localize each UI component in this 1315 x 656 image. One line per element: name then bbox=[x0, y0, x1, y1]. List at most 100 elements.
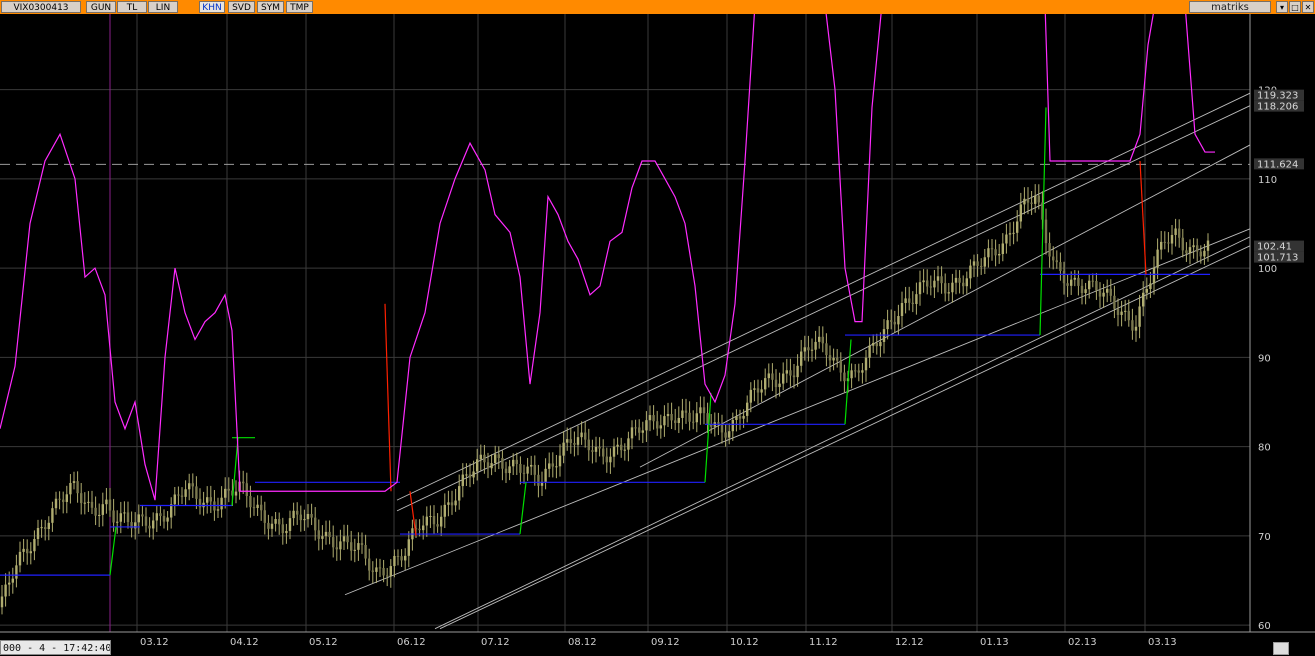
candle-body bbox=[1052, 256, 1055, 261]
candle-body bbox=[40, 527, 43, 529]
candle-body bbox=[285, 530, 288, 534]
x-tick-label: 04.12 bbox=[230, 637, 259, 648]
x-tick-label: 09.12 bbox=[651, 637, 680, 648]
candle-body bbox=[288, 518, 292, 531]
candle-body bbox=[11, 578, 14, 583]
tab-lin[interactable]: LIN bbox=[148, 1, 178, 13]
x-tick-label: 08.12 bbox=[568, 637, 597, 648]
candle-body bbox=[519, 463, 522, 473]
candle-body bbox=[936, 276, 940, 281]
y-tick-label: 110 bbox=[1258, 175, 1277, 186]
tab-tmp[interactable]: TMP bbox=[286, 1, 313, 13]
status-clock: 000 - 4 - 17:42:40 bbox=[0, 640, 111, 655]
tab-khn[interactable]: KHN bbox=[199, 1, 225, 13]
candle-body bbox=[184, 489, 187, 497]
candle-body bbox=[674, 420, 677, 423]
candle-body bbox=[980, 265, 983, 267]
candle-body bbox=[983, 257, 986, 267]
candle-body bbox=[911, 302, 914, 304]
candle-body bbox=[972, 261, 976, 266]
candle-body bbox=[422, 525, 425, 531]
candle-body bbox=[436, 524, 439, 527]
candle-body bbox=[267, 522, 270, 529]
candle-body bbox=[630, 427, 634, 439]
candle-body bbox=[1091, 280, 1094, 282]
candle-body bbox=[724, 432, 727, 438]
x-tick-label: 03.12 bbox=[140, 637, 169, 648]
candle-body bbox=[1170, 234, 1174, 244]
candle-body bbox=[357, 543, 360, 550]
candle-body bbox=[317, 530, 320, 539]
symbol-field[interactable]: VIX0300413 bbox=[1, 1, 81, 13]
candle-body bbox=[188, 483, 191, 490]
candle-body bbox=[828, 355, 832, 361]
candle-body bbox=[468, 474, 472, 478]
candle-body bbox=[389, 566, 392, 577]
candle-body bbox=[90, 501, 94, 508]
candle-body bbox=[1084, 289, 1087, 294]
candle-body bbox=[526, 466, 529, 474]
candle-body bbox=[440, 516, 443, 527]
candle-body bbox=[929, 286, 932, 288]
candle-body bbox=[987, 248, 990, 258]
candle-body bbox=[80, 493, 83, 504]
price-chart[interactable]: 6070809010011012003.1204.1205.1206.1207.… bbox=[0, 14, 1315, 656]
candle-body bbox=[573, 443, 576, 445]
candle-body bbox=[116, 521, 119, 523]
candle-body bbox=[958, 277, 961, 283]
candle-body bbox=[1196, 245, 1199, 252]
candle-body bbox=[926, 280, 929, 287]
candle-body bbox=[753, 388, 756, 390]
restore-icon[interactable]: □ bbox=[1289, 1, 1301, 13]
candle-body bbox=[386, 575, 389, 577]
candle-body bbox=[1199, 251, 1202, 257]
x-tick-label: 06.12 bbox=[397, 637, 426, 648]
y-tick-label: 60 bbox=[1258, 621, 1271, 632]
candle-body bbox=[504, 468, 508, 474]
candle-body bbox=[1178, 228, 1181, 238]
candle-body bbox=[814, 341, 817, 350]
candle-body bbox=[144, 516, 148, 526]
candle-body bbox=[432, 516, 436, 525]
value-box-label: 101.713 bbox=[1257, 253, 1298, 264]
candle-body bbox=[609, 456, 612, 463]
candle-body bbox=[810, 349, 814, 351]
y-tick-label: 70 bbox=[1258, 532, 1271, 543]
y-tick-label: 100 bbox=[1258, 264, 1277, 275]
candle-body bbox=[65, 494, 68, 502]
candle-body bbox=[170, 504, 173, 518]
candle-body bbox=[764, 378, 767, 390]
candle-body bbox=[166, 517, 169, 522]
refresh-icon[interactable] bbox=[1273, 642, 1289, 655]
candle-body bbox=[861, 370, 864, 373]
candle-body bbox=[1152, 267, 1156, 284]
candle-body bbox=[897, 315, 900, 325]
candle-body bbox=[310, 513, 313, 518]
candle-body bbox=[15, 565, 18, 579]
candle-body bbox=[476, 459, 479, 472]
candle-body bbox=[976, 261, 979, 266]
candle-body bbox=[353, 549, 356, 551]
candle-body bbox=[292, 510, 295, 519]
tab-sym[interactable]: SYM bbox=[257, 1, 284, 13]
candle-body bbox=[94, 507, 97, 516]
candle-body bbox=[1066, 283, 1069, 286]
candle-body bbox=[1116, 308, 1120, 315]
candle-body bbox=[137, 514, 140, 523]
candle-body bbox=[1203, 250, 1206, 257]
value-box-label: 102.41 bbox=[1257, 242, 1292, 253]
dropdown-icon[interactable]: ▾ bbox=[1276, 1, 1288, 13]
candle-body bbox=[562, 442, 565, 456]
tab-gun[interactable]: GUN bbox=[86, 1, 116, 13]
candle-body bbox=[580, 432, 583, 438]
close-icon[interactable]: ✕ bbox=[1302, 1, 1314, 13]
candle-body bbox=[933, 280, 936, 288]
x-tick-label: 07.12 bbox=[481, 637, 510, 648]
candle-body bbox=[1142, 292, 1145, 307]
candle-body bbox=[825, 343, 828, 356]
candle-body bbox=[407, 539, 410, 556]
tab-tl[interactable]: TL bbox=[117, 1, 147, 13]
value-box-label: 119.323 bbox=[1257, 91, 1298, 102]
tab-svd[interactable]: SVD bbox=[228, 1, 255, 13]
value-box-label: 111.624 bbox=[1257, 159, 1298, 170]
